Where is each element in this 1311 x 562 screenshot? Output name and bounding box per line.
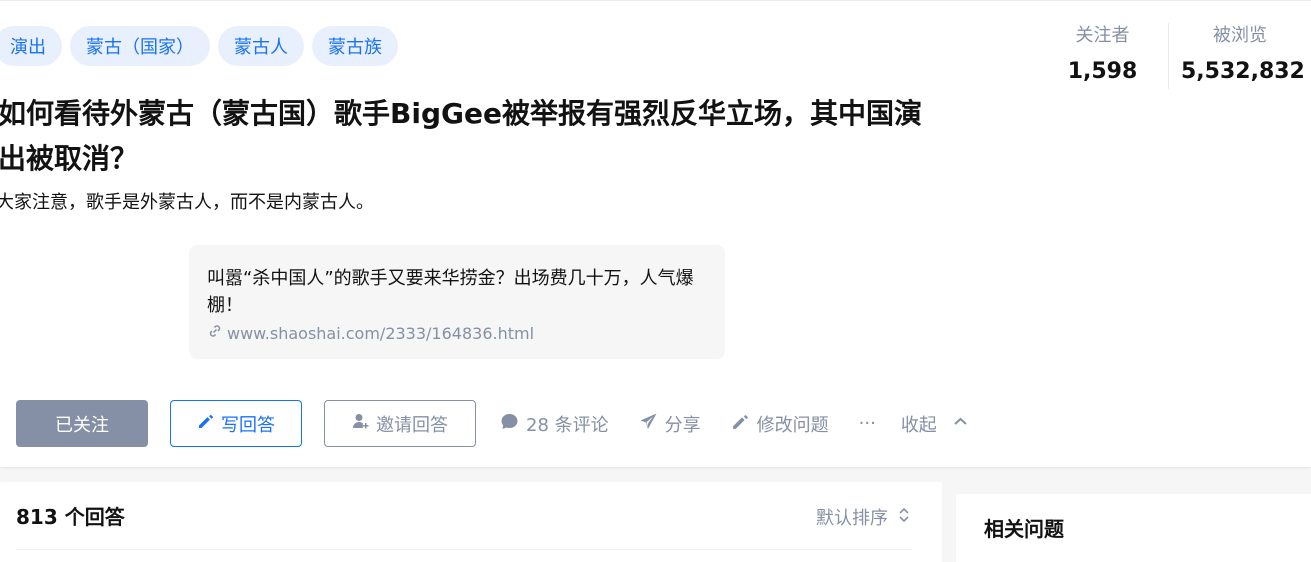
collapse-button[interactable]: 收起 xyxy=(901,411,970,437)
topic-tag[interactable]: 蒙古族 xyxy=(312,26,398,66)
topic-tag[interactable]: 蒙古人 xyxy=(218,26,304,66)
collapse-label: 收起 xyxy=(900,414,937,436)
comments-button[interactable]: 28 条评论 xyxy=(500,411,609,437)
followers-count: 1,598 xyxy=(1067,59,1138,84)
topic-tag[interactable]: 蒙古（国家） xyxy=(70,26,210,66)
pencil-icon xyxy=(731,412,750,436)
answers-count: 813 个回答 xyxy=(16,505,125,529)
answers-section: 813 个回答 默认排序 xyxy=(0,482,942,562)
views-stat: 被浏览 5,532,832 xyxy=(1168,23,1311,89)
question-stats: 关注者 1,598 被浏览 5,532,832 xyxy=(1037,23,1311,89)
share-button[interactable]: 分享 xyxy=(639,411,701,437)
pencil-icon xyxy=(197,412,215,435)
comment-bubble-icon xyxy=(500,412,519,436)
more-dots: ··· xyxy=(858,413,876,434)
related-questions-title: 相关问题 xyxy=(984,517,1064,541)
link-url-text: www.shaoshai.com/2333/164836.html xyxy=(227,323,535,343)
link-card[interactable]: 叫嚣“杀中国人”的歌手又要来华捞金？出场费几十万，人气爆棚！ www.shaos… xyxy=(189,245,725,359)
related-questions-card: 相关问题 xyxy=(956,494,1311,562)
edit-question-label: 修改问题 xyxy=(756,414,829,436)
views-count: 5,532,832 xyxy=(1181,59,1305,84)
views-label: 被浏览 xyxy=(1213,25,1267,46)
topic-tags: 演出 蒙古（国家） 蒙古人 蒙古族 xyxy=(0,26,398,66)
share-label: 分享 xyxy=(664,414,701,436)
more-button[interactable]: ··· xyxy=(859,413,876,434)
invite-answer-button[interactable]: 邀请回答 xyxy=(324,400,476,447)
sort-toggle-icon xyxy=(896,507,912,528)
followers-stat[interactable]: 关注者 1,598 xyxy=(1037,23,1168,89)
add-user-icon xyxy=(352,412,370,435)
question-actions: 已关注 写回答 邀请回答 28 条评论 分享 修改问题 ··· 收起 xyxy=(16,400,970,447)
edit-question-button[interactable]: 修改问题 xyxy=(731,411,829,437)
divider xyxy=(16,549,912,550)
followers-label: 关注者 xyxy=(1075,25,1130,46)
write-answer-button[interactable]: 写回答 xyxy=(170,400,302,447)
sort-label: 默认排序 xyxy=(816,508,888,529)
link-card-title[interactable]: 叫嚣“杀中国人”的歌手又要来华捞金？出场费几十万，人气爆棚！ xyxy=(207,265,697,319)
write-answer-label: 写回答 xyxy=(221,414,275,436)
followed-button[interactable]: 已关注 xyxy=(16,400,148,447)
question-detail: 大家注意，歌手是外蒙古人，而不是内蒙古人。 xyxy=(0,192,374,213)
paper-plane-icon xyxy=(639,412,658,436)
sort-dropdown[interactable]: 默认排序 xyxy=(816,504,912,530)
question-title: 如何看待外蒙古（蒙古国）歌手BigGee被举报有强烈反华立场，其中国演出被取消？ xyxy=(0,97,922,175)
chevron-up-icon xyxy=(951,412,970,436)
link-icon xyxy=(207,323,223,343)
comments-label: 28 条评论 xyxy=(526,414,609,436)
invite-answer-label: 邀请回答 xyxy=(376,414,448,436)
link-card-url[interactable]: www.shaoshai.com/2333/164836.html xyxy=(207,323,707,343)
question-header: 演出 蒙古（国家） 蒙古人 蒙古族 如何看待外蒙古（蒙古国）歌手BigGee被举… xyxy=(0,0,1311,467)
topic-tag[interactable]: 演出 xyxy=(0,26,62,66)
